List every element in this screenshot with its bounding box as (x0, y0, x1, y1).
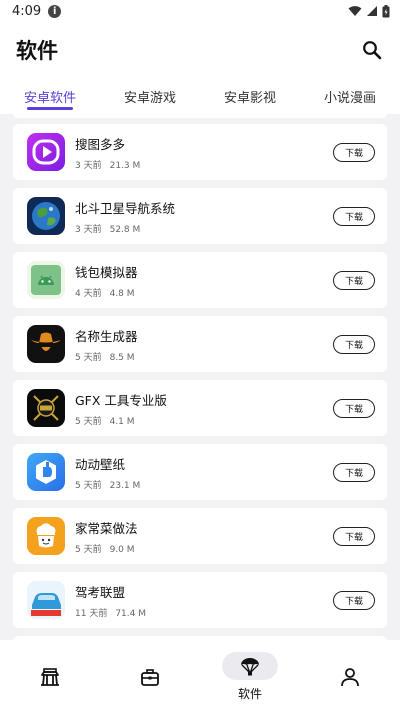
partial-card (13, 114, 387, 118)
app-name: 动动壁纸 (75, 456, 126, 472)
nav-home[interactable] (0, 640, 100, 712)
list-item[interactable]: GFX 工具专业版 5 天前 4.1 M 下载 (13, 380, 387, 436)
app-bar: 软件 (0, 22, 400, 78)
download-button[interactable]: 下载 (333, 590, 375, 610)
android-icon (27, 261, 65, 299)
app-name: 驾考联盟 (75, 584, 126, 600)
app-age: 5 天前 (75, 416, 102, 427)
search-button[interactable] (360, 38, 384, 62)
app-size: 52.8 M (109, 224, 141, 235)
download-button[interactable]: 下载 (333, 334, 375, 354)
tab-android-software[interactable]: 安卓软件 (0, 78, 100, 114)
app-size: 4.1 M (109, 416, 135, 427)
list-item[interactable]: 北斗卫星导航系统 3 天前 52.8 M 下载 (13, 188, 387, 244)
person-icon (341, 668, 359, 687)
nav-software[interactable]: 软件 (200, 640, 300, 712)
app-name: 北斗卫星导航系统 (75, 200, 176, 216)
app-age: 3 天前 (75, 160, 102, 171)
list-item[interactable]: 动动壁纸 5 天前 23.1 M 下载 (13, 444, 387, 500)
download-button[interactable]: 下载 (333, 142, 375, 162)
tab-label: 安卓游戏 (123, 91, 176, 106)
app-age: 4 天前 (75, 288, 102, 299)
app-meta: 搜图多多 3 天前 21.3 M (75, 134, 333, 171)
bottom-navigation: 软件 (0, 640, 400, 712)
app-size: 21.3 M (109, 160, 141, 171)
app-info: 5 天前 9.0 M (75, 542, 333, 555)
list-item[interactable]: 名称生成器 5 天前 8.5 M 下载 (13, 316, 387, 372)
gfx-badge-icon (27, 389, 65, 427)
tab-android-video[interactable]: 安卓影视 (200, 78, 300, 114)
app-meta: 北斗卫星导航系统 3 天前 52.8 M (75, 198, 333, 235)
list-item[interactable]: 钱包模拟器 4 天前 4.8 M 下载 (13, 252, 387, 308)
app-info: 3 天前 52.8 M (75, 222, 333, 235)
list-item[interactable]: 搜图多多 3 天前 21.3 M 下载 (13, 124, 387, 180)
cowboy-icon (27, 325, 65, 363)
search-icon (363, 41, 382, 60)
app-meta: 动动壁纸 5 天前 23.1 M (75, 454, 333, 491)
app-meta: 钱包模拟器 4 天前 4.8 M (75, 262, 333, 299)
signal-icon (367, 6, 377, 16)
app-info: 4 天前 4.8 M (75, 286, 333, 299)
app-size: 71.4 M (115, 608, 146, 619)
app-age: 5 天前 (75, 352, 102, 363)
home-icon (41, 668, 59, 686)
app-meta: 家常菜做法 5 天前 9.0 M (75, 518, 333, 555)
tab-indicator (27, 107, 73, 110)
download-button[interactable]: 下载 (333, 206, 375, 226)
info-icon: i (48, 4, 62, 18)
status-icons (348, 4, 390, 18)
app-meta: 名称生成器 5 天前 8.5 M (75, 326, 333, 363)
app-name: 名称生成器 (75, 328, 138, 344)
nav-label: 软件 (237, 687, 262, 701)
car-icon (27, 581, 65, 619)
status-bar: 4:09 i (0, 0, 400, 22)
parachute-icon (241, 658, 259, 676)
app-name: 家常菜做法 (75, 520, 138, 536)
app-info: 3 天前 21.3 M (75, 158, 333, 171)
nav-briefcase[interactable] (100, 640, 200, 712)
app-meta: 驾考联盟 11 天前 71.4 M (75, 582, 333, 619)
wifi-icon (348, 6, 362, 16)
download-button[interactable]: 下载 (333, 526, 375, 546)
app-info: 5 天前 8.5 M (75, 350, 333, 363)
tab-novels-comics[interactable]: 小说漫画 (300, 78, 400, 114)
app-age: 5 天前 (75, 544, 102, 555)
app-age: 11 天前 (75, 608, 108, 619)
tab-android-games[interactable]: 安卓游戏 (100, 78, 200, 114)
tab-label: 小说漫画 (323, 91, 376, 106)
play-logo-icon (27, 133, 65, 171)
app-list[interactable]: 搜图多多 3 天前 21.3 M 下载 北斗卫星导航系统 3 天前 52.8 M 下… (0, 114, 400, 640)
app-name: GFX 工具专业版 (75, 392, 167, 408)
download-button[interactable]: 下载 (333, 462, 375, 482)
list-item[interactable]: 家常菜做法 5 天前 9.0 M 下载 (13, 508, 387, 564)
page-title: 软件 (16, 39, 58, 63)
app-meta: GFX 工具专业版 5 天前 4.1 M (75, 390, 333, 427)
app-age: 3 天前 (75, 224, 102, 235)
app-info: 5 天前 23.1 M (75, 478, 333, 491)
tab-label: 安卓软件 (23, 91, 76, 106)
tab-label: 安卓影视 (223, 91, 276, 106)
cube-logo-icon (27, 453, 65, 491)
chef-icon (27, 517, 65, 555)
app-info: 5 天前 4.1 M (75, 414, 333, 427)
download-button[interactable]: 下载 (333, 270, 375, 290)
app-name: 搜图多多 (75, 136, 126, 152)
battery-icon (382, 4, 390, 17)
app-size: 4.8 M (109, 288, 135, 299)
app-size: 23.1 M (109, 480, 141, 491)
briefcase-icon (141, 669, 159, 686)
globe-icon (27, 197, 65, 235)
app-size: 9.0 M (109, 544, 135, 555)
download-button[interactable]: 下载 (333, 398, 375, 418)
status-time: 4:09 (12, 3, 42, 19)
category-tabs: 安卓软件 安卓游戏 安卓影视 小说漫画 (0, 78, 400, 114)
app-info: 11 天前 71.4 M (75, 606, 333, 619)
nav-profile[interactable] (300, 640, 400, 712)
list-item[interactable]: 驾考联盟 11 天前 71.4 M 下载 (13, 572, 387, 628)
app-age: 5 天前 (75, 480, 102, 491)
app-name: 钱包模拟器 (75, 264, 138, 280)
app-size: 8.5 M (109, 352, 135, 363)
